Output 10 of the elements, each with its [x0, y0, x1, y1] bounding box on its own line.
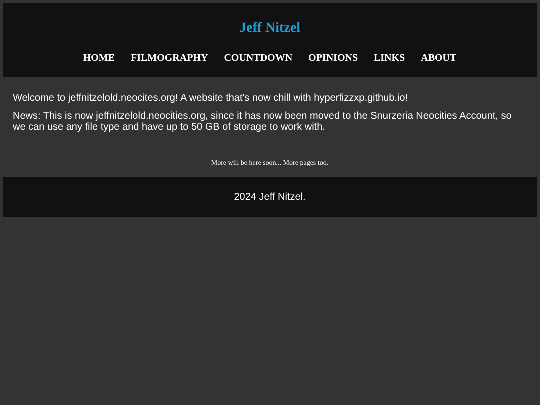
- copyright-text: 2024 Jeff Nitzel.: [234, 192, 306, 202]
- nav-link[interactable]: ABOUT: [413, 53, 465, 64]
- nav-link[interactable]: FILMOGRAPHY: [122, 53, 216, 64]
- nav-link[interactable]: HOME: [75, 53, 123, 64]
- nav-link[interactable]: COUNTDOWN: [216, 53, 301, 64]
- nav-link[interactable]: LINKS: [366, 53, 414, 64]
- paragraph: News: This is now jeffnitzelold.neocities.org, since it has now been moved to the Snurzeria Neocities Account, so we can use any file type and have up to 50 GB of storage to work with.: [13, 111, 513, 133]
- site-title: Jeff Nitzel: [239, 21, 301, 37]
- paragraph: Welcome to jeffnitzelold.neocites.org! A website that's now chill with hyperfizzxp.github.io!: [13, 93, 410, 104]
- nav-link[interactable]: OPINIONS: [300, 53, 366, 64]
